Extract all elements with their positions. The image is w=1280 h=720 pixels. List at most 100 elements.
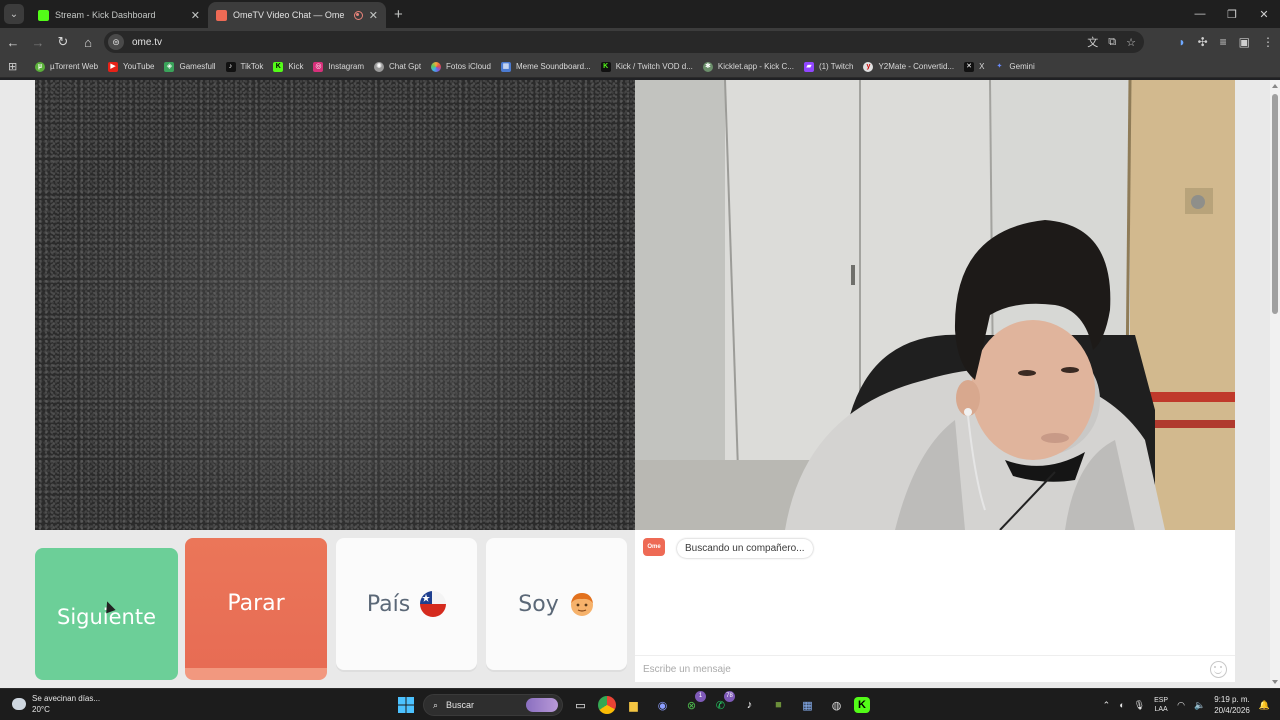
kick-icon: K (273, 61, 284, 72)
country-button-label: País (366, 591, 411, 617)
bookmark-kick[interactable]: K Kick (268, 56, 308, 78)
bookmark-utorrent[interactable]: µ µTorrent Web (30, 56, 103, 78)
extension-icon[interactable]: ◗ (1178, 35, 1185, 49)
volume-icon[interactable]: 🔈 (1194, 700, 1205, 711)
xbox-icon[interactable]: ⊗ 1 (680, 690, 706, 717)
tiktok-icon: ♪ (225, 61, 236, 72)
reload-icon[interactable]: ↻ (51, 30, 75, 54)
chile-flag-icon (420, 591, 447, 617)
bookmark-icloud-photos[interactable]: Fotos iCloud (426, 56, 496, 78)
kick-icon: K (600, 61, 611, 72)
kick-favicon-icon (38, 9, 49, 21)
forward-icon[interactable]: → (26, 30, 50, 54)
windows-start-icon[interactable] (394, 694, 417, 717)
scroll-up-icon[interactable] (1272, 84, 1278, 88)
task-view-icon[interactable]: ▭ (569, 694, 592, 717)
taskbar-search[interactable]: ⌕ Buscar (423, 694, 563, 716)
search-label: Buscar (446, 700, 475, 710)
extensions-puzzle-icon[interactable]: ✣ (1198, 35, 1208, 49)
new-tab-icon[interactable]: + (394, 6, 403, 23)
apps-grid-icon[interactable]: ⊞ (8, 60, 30, 73)
weather-widget[interactable]: Se avecinan días... 20°C (12, 693, 100, 715)
bookmark-youtube[interactable]: ▶ YouTube (103, 56, 159, 78)
bookmark-gemini[interactable]: ✦ Gemini (989, 56, 1039, 78)
cloud-rain-icon (12, 698, 26, 710)
bookmark-gamesfull[interactable]: ◈ Gamesfull (159, 56, 220, 78)
stop-button-label: Parar (227, 590, 285, 616)
bookmark-x[interactable]: ✕ X (959, 56, 989, 78)
tab-kick-dashboard[interactable]: Stream - Kick Dashboard ✕ (30, 2, 208, 28)
translate-icon[interactable]: ⽂ (1087, 34, 1098, 50)
scroll-thumb[interactable] (1272, 94, 1278, 314)
self-webcam-video (635, 80, 1235, 530)
show-hidden-icons-icon[interactable]: ⌃ (1103, 700, 1111, 711)
profile-avatar-icon[interactable]: ▣ (1239, 35, 1250, 49)
install-app-icon[interactable]: ⧉ (1108, 36, 1116, 49)
network-status-icon[interactable]: ◐ (1119, 700, 1124, 710)
page-scrollbar[interactable] (1270, 80, 1280, 688)
photos-icon (431, 61, 442, 72)
file-explorer-icon[interactable]: ▆ (622, 694, 645, 717)
bookmark-kick-twitch-vod[interactable]: K Kick / Twitch VOD d... (596, 56, 698, 78)
tab-title: OmeTV Video Chat — Ome (233, 10, 345, 20)
microphone-icon[interactable]: 🎙 (1134, 700, 1145, 711)
bookmark-star-icon[interactable]: ☆ (1126, 36, 1136, 49)
clock[interactable]: 9:19 p. m. 20/4/2026 (1214, 694, 1250, 716)
tab-strip: ⌄ Stream - Kick Dashboard ✕ OmeTV Video … (0, 0, 1280, 28)
kick-app-icon[interactable]: K (854, 697, 870, 713)
tab-ometv[interactable]: OmeTV Video Chat — Ome ✕ (208, 2, 386, 28)
stranger-video-static (35, 80, 635, 530)
bookmark-y2mate[interactable]: y Y2Mate - Convertid... (858, 56, 959, 78)
close-tab-icon[interactable]: ✕ (191, 9, 200, 22)
toolbar: ← → ↻ ⌂ ⊜ ome.tv ⽂ ⧉ ☆ ◗ ✣ ≡ ▣ ⋮ (0, 28, 1280, 56)
chrome-icon[interactable] (598, 696, 616, 714)
site-info-icon[interactable]: ⊜ (108, 34, 124, 50)
gender-button[interactable]: Soy (486, 538, 627, 670)
webcam-scene (635, 80, 1235, 530)
emoji-icon[interactable] (1210, 661, 1227, 678)
minecraft-icon[interactable]: ■ (767, 694, 790, 717)
bookmark-twitch[interactable]: ▰ (1) Twitch (799, 56, 859, 78)
bookmark-chatgpt[interactable]: ✺ Chat Gpt (369, 56, 426, 78)
close-tab-icon[interactable]: ✕ (369, 9, 378, 22)
country-button[interactable]: País (336, 538, 477, 670)
weather-temp: 20°C (32, 705, 50, 714)
scroll-down-icon[interactable] (1272, 680, 1278, 684)
media-control-icon[interactable]: ≡ (1220, 35, 1227, 49)
tiktok-icon[interactable]: ♪ (738, 694, 761, 717)
calculator-icon[interactable]: ▦ (796, 694, 819, 717)
soundboard-icon: ▦ (500, 61, 511, 72)
bookmark-instagram[interactable]: ◎ Instagram (308, 56, 369, 78)
restore-icon[interactable]: ❐ (1216, 0, 1248, 28)
wifi-icon[interactable]: ◠ (1177, 700, 1185, 711)
next-button[interactable]: Siguiente (35, 548, 178, 680)
minimize-icon[interactable]: — (1184, 0, 1216, 28)
language-indicator[interactable]: ESP LAA (1154, 696, 1168, 714)
windows-taskbar: Se avecinan días... 20°C ⌕ Buscar ▭ ▆ ◉ … (0, 688, 1280, 720)
bookmark-tiktok[interactable]: ♪ TikTok (221, 56, 269, 78)
tab-title: Stream - Kick Dashboard (55, 10, 156, 20)
message-placeholder: Escribe un mensaje (643, 663, 731, 675)
bookmark-meme-soundboard[interactable]: ▦ Meme Soundboard... (496, 56, 596, 78)
taskbar-apps: ⌕ Buscar ▭ ▆ ◉ ⊗ 1 ✆ 78 ♪ ■ ▦ ◍ K (394, 690, 870, 717)
close-window-icon[interactable]: ✕ (1248, 0, 1280, 28)
obs-icon[interactable]: ◍ (825, 694, 848, 717)
bookmarks-bar: ⊞ µ µTorrent Web ▶ YouTube ◈ Gamesfull ♪ Tik… (0, 56, 1280, 78)
notifications-icon[interactable]: 🔔 (1259, 700, 1270, 711)
whatsapp-icon[interactable]: ✆ 78 (709, 690, 735, 717)
menu-icon[interactable]: ⋮ (1262, 35, 1274, 49)
youtube-icon: ▶ (108, 61, 119, 72)
window-controls: — ❐ ✕ (1184, 0, 1280, 28)
stop-button[interactable]: Parar (185, 538, 327, 680)
address-bar[interactable]: ⊜ ome.tv ⽂ ⧉ ☆ (104, 31, 1144, 53)
tab-search-icon[interactable]: ⌄ (4, 4, 24, 24)
message-input[interactable]: Escribe un mensaje (635, 655, 1235, 682)
boy-emoji-icon (570, 593, 593, 616)
gamepad-icon: ◈ (164, 61, 175, 72)
home-icon[interactable]: ⌂ (76, 30, 100, 54)
discord-icon[interactable]: ◉ (651, 694, 674, 717)
back-icon[interactable]: ← (1, 30, 25, 54)
gender-button-label: Soy (518, 591, 559, 617)
bookmark-kicklet[interactable]: ✱ Kicklet.app - Kick C... (698, 56, 799, 78)
gemini-icon: ✦ (996, 62, 1003, 70)
